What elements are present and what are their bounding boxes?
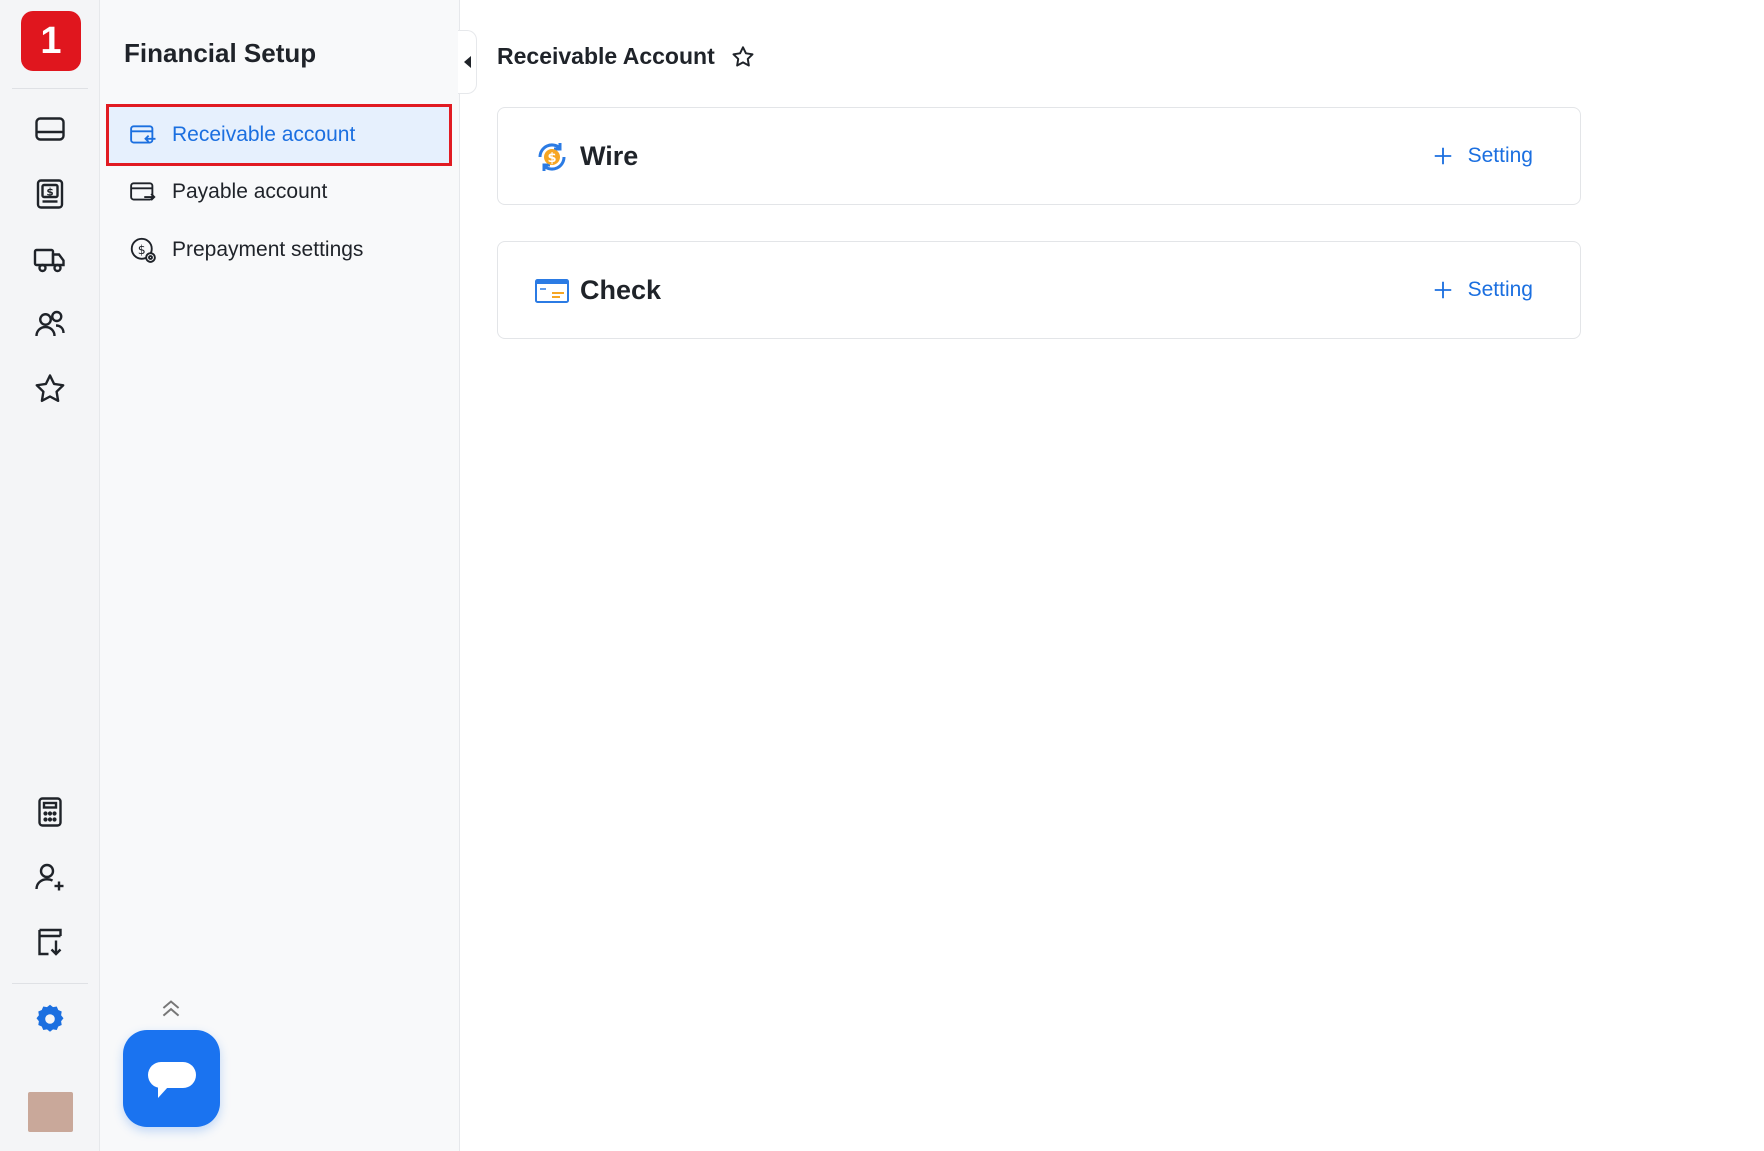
plus-icon [1434, 147, 1451, 165]
dollar-doc-icon[interactable]: $ [28, 172, 72, 216]
svg-text:$: $ [547, 151, 556, 166]
sidebar-item-prepayment-settings[interactable]: $ Prepayment settings [106, 219, 452, 281]
svg-text:$: $ [46, 187, 53, 199]
payable-card-icon [130, 182, 156, 201]
collapse-arrow-icon [463, 56, 471, 68]
plus-icon [1434, 281, 1451, 299]
star-icon[interactable] [28, 367, 72, 411]
scroll-up-icon[interactable] [158, 995, 184, 1021]
add-user-icon[interactable] [28, 855, 72, 899]
setting-label: Setting [1467, 278, 1533, 301]
page-title: Receivable Account [497, 43, 715, 69]
card-title: Check [580, 275, 662, 305]
check-setting-button[interactable]: Setting [1432, 278, 1533, 302]
chat-button[interactable] [123, 1030, 220, 1127]
check-card: Check Setting [497, 241, 1581, 339]
sidebar-item-payable-account[interactable]: Payable account [106, 161, 452, 223]
card-title: Wire [580, 141, 639, 171]
receivable-card-icon [130, 125, 156, 144]
icon-rail: 1 $ [0, 0, 100, 1151]
app-logo[interactable]: 1 [21, 11, 81, 71]
rail-divider [12, 88, 88, 89]
collapse-sidebar-button[interactable] [458, 30, 477, 94]
sidebar-title: Financial Setup [124, 38, 317, 68]
settings-icon[interactable] [28, 997, 72, 1041]
calculator-icon[interactable] [28, 790, 72, 834]
users-icon[interactable] [28, 302, 72, 346]
download-doc-icon[interactable] [28, 920, 72, 964]
financial-setup-sidebar: Financial Setup Receivable account Payab… [100, 0, 460, 1151]
rail-divider [12, 983, 88, 984]
wire-setting-button[interactable]: Setting [1432, 144, 1533, 168]
setting-label: Setting [1467, 144, 1533, 167]
sidebar-item-label: Prepayment settings [172, 238, 364, 261]
card-icon[interactable] [28, 107, 72, 151]
favorite-star-icon[interactable] [730, 44, 756, 70]
chat-bubble-icon [147, 1061, 196, 1098]
avatar[interactable] [28, 1092, 73, 1132]
sidebar-item-label: Receivable account [172, 123, 356, 146]
svg-text:$: $ [138, 242, 146, 257]
wire-card: $ Wire Setting [497, 107, 1581, 205]
truck-icon[interactable] [28, 237, 72, 281]
prepayment-coin-icon: $ [130, 237, 156, 263]
wire-dollar-icon: $ [538, 143, 566, 171]
sidebar-item-receivable-account[interactable]: Receivable account [106, 104, 452, 166]
check-card-icon [535, 279, 569, 303]
sidebar-item-label: Payable account [172, 180, 328, 203]
